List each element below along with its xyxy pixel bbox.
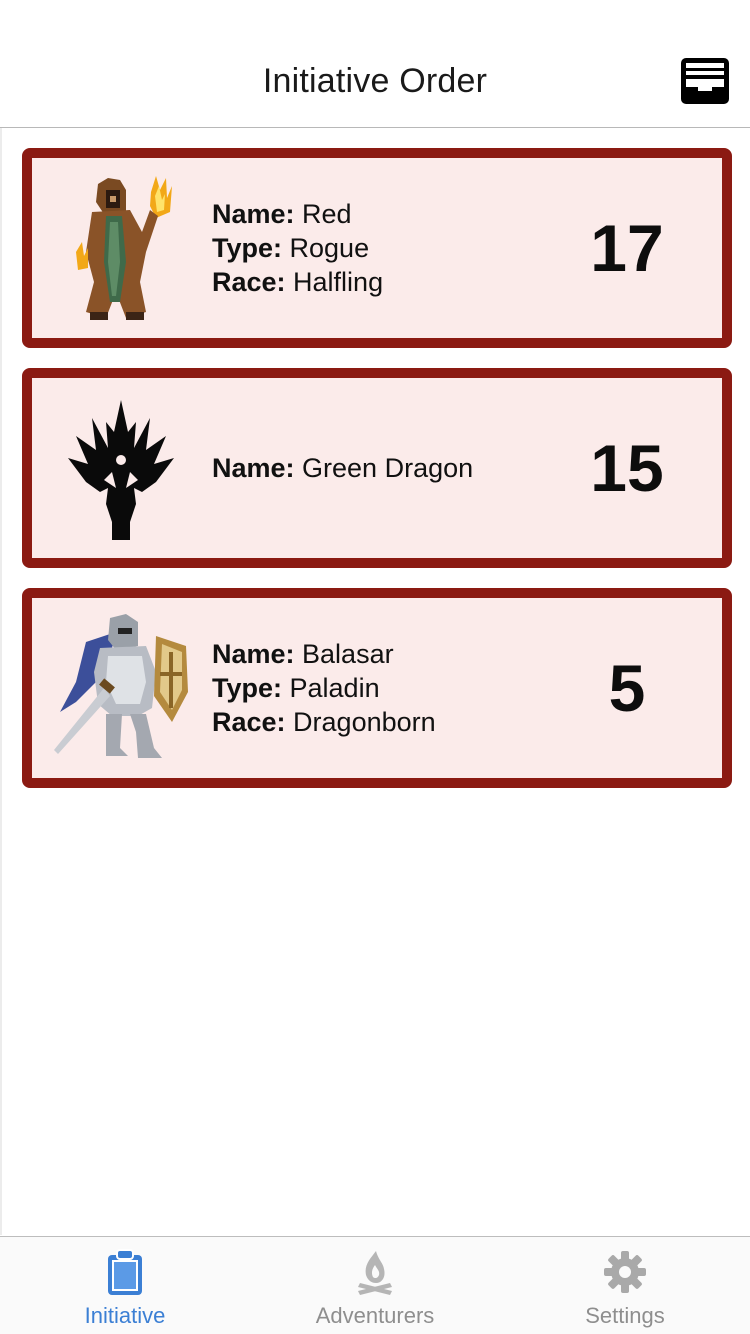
dragon-emblem-icon bbox=[68, 400, 174, 540]
armored-paladin-sprite bbox=[54, 614, 188, 758]
type-label: Type: bbox=[212, 673, 290, 703]
initiative-score: 17 bbox=[590, 211, 664, 285]
tab-initiative[interactable]: Initiative bbox=[0, 1237, 250, 1334]
tab-bar: Initiative Adventurers Settings bbox=[0, 1236, 750, 1334]
name-row: Name: Green Dragon bbox=[212, 451, 473, 485]
page-title: Initiative Order bbox=[262, 62, 488, 100]
name-label: Name: bbox=[212, 199, 303, 229]
name-row: Name: Red bbox=[212, 197, 383, 231]
race-value: Dragonborn bbox=[293, 707, 436, 737]
initiative-score: 15 bbox=[590, 431, 664, 505]
race-value: Halfling bbox=[293, 267, 384, 297]
tab-label: Adventurers bbox=[315, 1303, 435, 1328]
navigation-bar: Initiative Order bbox=[0, 0, 750, 128]
name-label: Name: bbox=[212, 453, 303, 483]
name-value: Balasar bbox=[302, 639, 394, 669]
race-row: Race: Dragonborn bbox=[212, 705, 436, 739]
type-value: Rogue bbox=[289, 233, 370, 263]
campfire-icon bbox=[358, 1251, 392, 1295]
initiative-screen: Initiative Order Name: Red Type: Rogue R… bbox=[0, 0, 750, 1334]
initiative-score: 5 bbox=[608, 651, 646, 725]
name-value: Green Dragon bbox=[302, 453, 474, 483]
type-label: Type: bbox=[212, 233, 290, 263]
race-label: Race: bbox=[212, 707, 294, 737]
combatant-card[interactable]: Name: Green Dragon 15 bbox=[22, 368, 732, 568]
type-row: Type: Rogue bbox=[212, 231, 383, 265]
type-row: Type: Paladin bbox=[212, 671, 436, 705]
tab-label: Settings bbox=[585, 1303, 665, 1328]
inbox-tray-button[interactable] bbox=[680, 57, 730, 105]
race-row: Race: Halfling bbox=[212, 265, 383, 299]
name-value: Red bbox=[302, 199, 352, 229]
tab-settings[interactable]: Settings bbox=[500, 1237, 750, 1334]
combatant-info: Name: Balasar Type: Paladin Race: Dragon… bbox=[212, 598, 436, 778]
name-label: Name: bbox=[212, 639, 303, 669]
initiative-list: Name: Red Type: Rogue Race: Halfling 17 bbox=[0, 128, 750, 1235]
combatant-card[interactable]: Name: Balasar Type: Paladin Race: Dragon… bbox=[22, 588, 732, 788]
tab-label: Initiative bbox=[84, 1303, 166, 1328]
hooded-rogue-sprite bbox=[76, 176, 172, 320]
gear-icon bbox=[604, 1251, 646, 1293]
combatant-info: Name: Red Type: Rogue Race: Halfling bbox=[212, 158, 383, 338]
inbox-tray-icon bbox=[681, 58, 729, 104]
tab-adventurers[interactable]: Adventurers bbox=[250, 1237, 500, 1334]
combatant-info: Name: Green Dragon bbox=[212, 378, 473, 558]
combatant-card[interactable]: Name: Red Type: Rogue Race: Halfling 17 bbox=[22, 148, 732, 348]
clipboard-icon bbox=[108, 1249, 142, 1295]
name-row: Name: Balasar bbox=[212, 637, 436, 671]
type-value: Paladin bbox=[289, 673, 380, 703]
race-label: Race: bbox=[212, 267, 294, 297]
